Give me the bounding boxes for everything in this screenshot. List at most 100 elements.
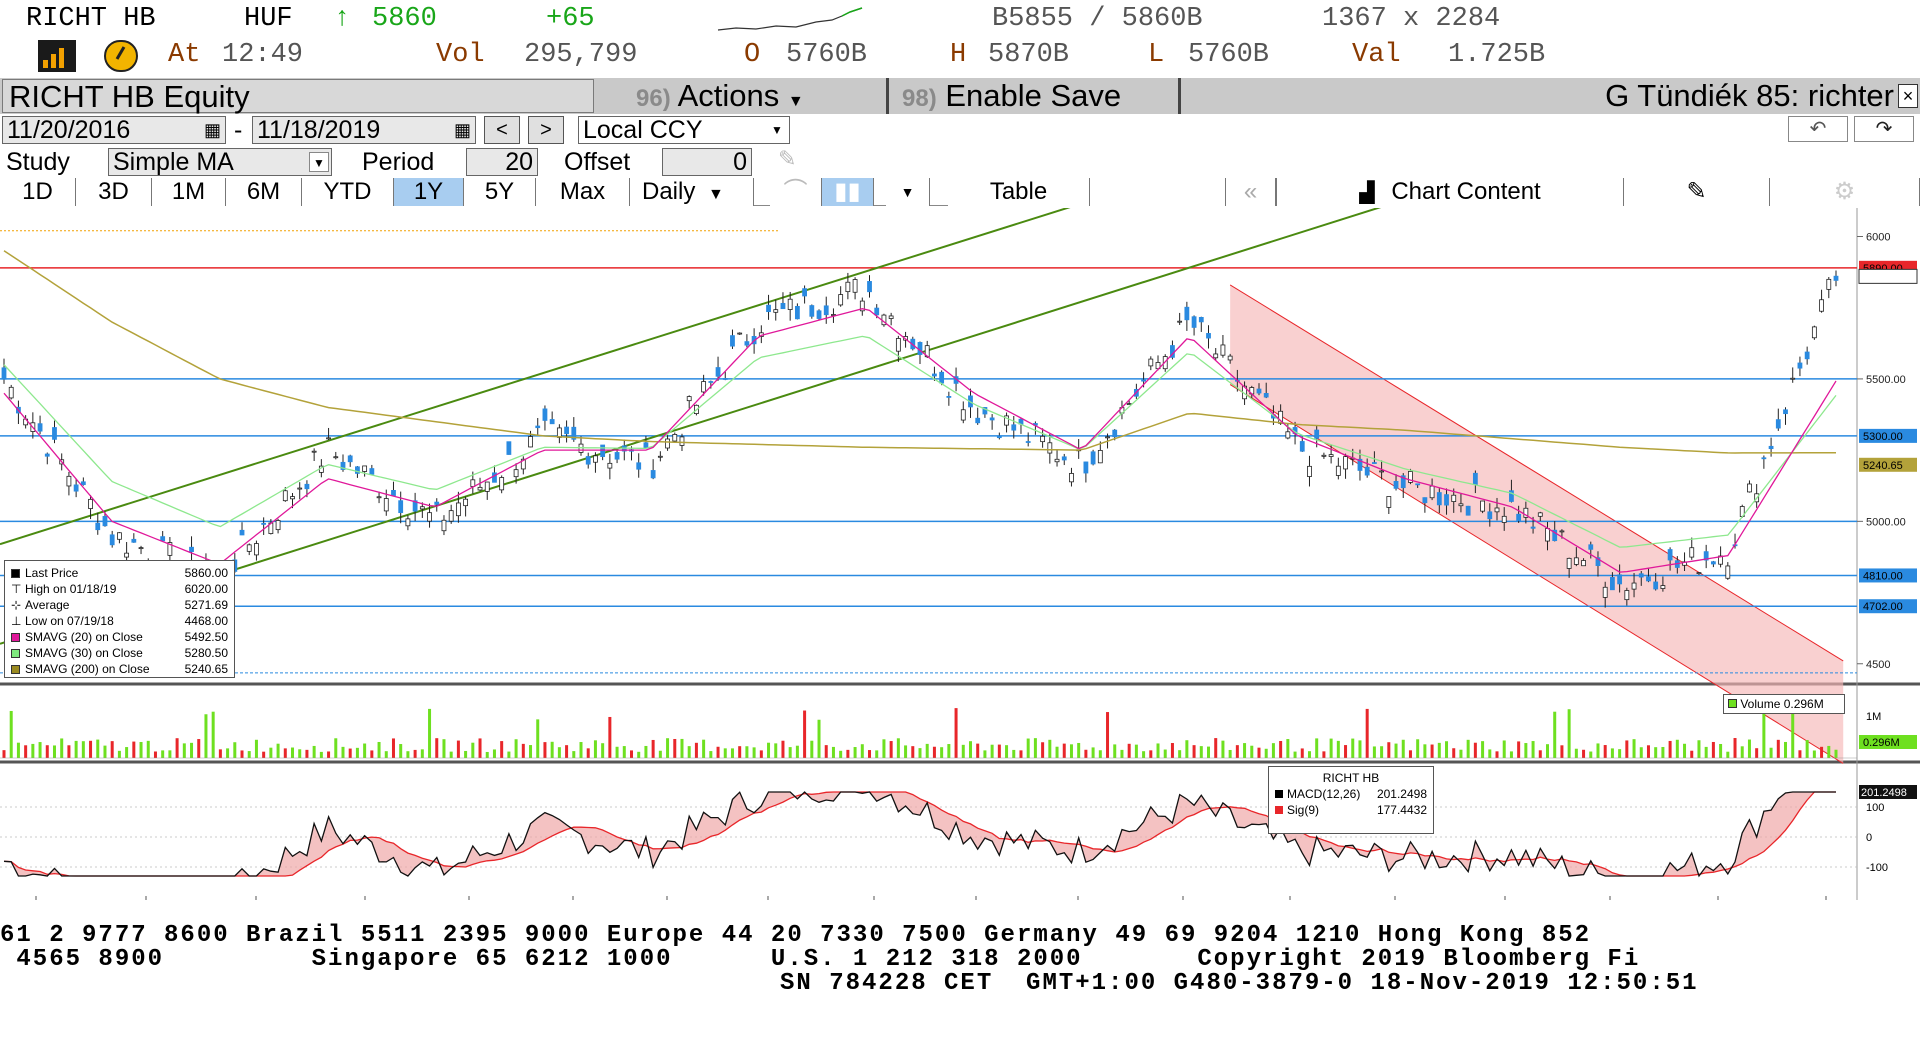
title-bar: RICHT HB Equity 96) Actions ▼ 98) Enable…	[0, 78, 1920, 114]
enable-save-button[interactable]: 98) Enable Save	[902, 78, 1121, 114]
x-tick-label: Dec	[656, 899, 677, 900]
next-period-button[interactable]: >	[528, 116, 564, 144]
start-date-field[interactable]: 11/20/2016 ▦	[2, 116, 226, 144]
collapse-icon[interactable]: «	[1226, 178, 1276, 206]
candle-body	[1660, 585, 1666, 589]
tab-6m[interactable]: 6M	[226, 178, 302, 206]
volume-label: Vol	[436, 40, 485, 70]
volume-bar	[1243, 743, 1247, 758]
tab-1d[interactable]: 1D	[0, 178, 76, 206]
candle-chart-icon[interactable]: ▮▮	[822, 178, 874, 206]
end-date-field[interactable]: 11/18/2019 ▦	[252, 116, 476, 144]
candle-body	[369, 468, 375, 475]
tab-max[interactable]: Max	[536, 178, 630, 206]
tab-ytd[interactable]: YTD	[302, 178, 394, 206]
volume-bar	[1776, 739, 1780, 758]
x-tick-label: Oct	[460, 899, 479, 900]
volume-bar	[817, 719, 821, 758]
volume-bar	[579, 742, 583, 758]
gear-icon[interactable]: ⚙	[1770, 178, 1920, 206]
candle-body	[109, 534, 115, 546]
candle-body	[1436, 492, 1442, 506]
speedometer-icon[interactable]	[104, 40, 138, 72]
date-dash: -	[234, 116, 243, 144]
volume-bar	[1755, 748, 1759, 758]
volume-bar	[1307, 751, 1311, 758]
volume-bar	[1798, 750, 1802, 758]
volume-bar	[363, 743, 367, 758]
volume-bar	[254, 739, 258, 758]
volume-bar	[1805, 740, 1809, 758]
bar-chart-icon[interactable]	[38, 40, 76, 72]
x-tick-label: Jul	[1387, 899, 1402, 900]
volume-bar	[247, 751, 251, 758]
volume-value: 295,799	[524, 40, 638, 70]
candle-body	[852, 279, 858, 293]
tab-1y[interactable]: 1Y	[394, 178, 464, 206]
line-chart-icon[interactable]: ⌒	[770, 178, 822, 206]
regression-channel	[1230, 284, 1844, 764]
volume-bar	[932, 746, 936, 758]
candle-body	[1710, 561, 1716, 565]
sparkline-icon	[717, 7, 863, 31]
undo-icon[interactable]: ↶	[1788, 116, 1848, 142]
tab-1m[interactable]: 1M	[152, 178, 226, 206]
candle-body	[282, 490, 288, 502]
volume-bar	[615, 746, 619, 758]
volume-bar	[1791, 713, 1795, 758]
offset-input[interactable]: 0	[662, 148, 752, 176]
price-chart[interactable]: 60005500.005000.0045005890.005300.005240…	[0, 208, 1920, 900]
x-tick-label: Feb	[864, 899, 885, 900]
calendar-icon[interactable]: ▦	[204, 117, 221, 143]
volume-bar	[557, 747, 561, 758]
chevron-down-icon[interactable]: ▼	[886, 178, 930, 206]
volume-bar	[658, 750, 662, 758]
candle-body	[932, 373, 937, 377]
currency-mode-select[interactable]: Local CCY ▼	[578, 116, 790, 144]
volume-bar	[968, 741, 972, 758]
tab-3d[interactable]: 3D	[76, 178, 152, 206]
volume-bar	[435, 738, 439, 758]
volume-bar	[904, 745, 908, 758]
actions-menu[interactable]: 96) Actions ▼	[636, 78, 804, 114]
volume-bar	[146, 740, 150, 758]
volume-bar	[485, 751, 489, 758]
candle-body	[600, 444, 606, 457]
candle-body	[946, 396, 952, 398]
candle-body	[1804, 351, 1810, 360]
chart-content-button[interactable]: ▟ Chart Content	[1276, 178, 1624, 206]
volume-bar	[327, 751, 331, 758]
volume-bar	[1387, 742, 1391, 758]
volume-bar	[377, 741, 381, 758]
period-label: Period	[362, 148, 435, 176]
candle-body	[1638, 573, 1644, 578]
volume-bar	[1726, 751, 1730, 758]
annotate-icon[interactable]: ✎	[1624, 178, 1770, 206]
candle-body	[1516, 513, 1522, 521]
volume-bar	[651, 739, 655, 758]
volume-bar	[1091, 747, 1095, 758]
calendar-icon[interactable]: ▦	[454, 117, 471, 143]
volume-bar	[1502, 740, 1506, 758]
close-icon[interactable]: ×	[1898, 84, 1918, 108]
volume-bar	[1675, 739, 1679, 758]
redo-icon[interactable]: ↷	[1854, 116, 1914, 142]
volume-legend: Volume 0.296M	[1723, 694, 1845, 714]
study-select[interactable]: Simple MA ▼	[108, 148, 332, 176]
prev-period-button[interactable]: <	[484, 116, 520, 144]
volume-axis-label: 1M	[1866, 711, 1881, 723]
volume-bar	[1315, 738, 1319, 758]
candle-body	[246, 544, 252, 552]
security-field[interactable]: RICHT HB Equity	[2, 79, 594, 114]
candle-body	[1386, 496, 1392, 508]
candle-body	[434, 501, 440, 505]
volume-bar	[1834, 749, 1838, 758]
val-value: 1.725B	[1448, 40, 1546, 70]
tab-5y[interactable]: 5Y	[464, 178, 536, 206]
period-input[interactable]: 20	[466, 148, 538, 176]
pencil-icon[interactable]: ✎	[778, 146, 796, 172]
frequency-select[interactable]: Daily ▼	[630, 178, 754, 206]
table-button[interactable]: Table	[948, 178, 1090, 206]
candle-body	[643, 442, 649, 448]
volume-bar	[1610, 748, 1614, 758]
